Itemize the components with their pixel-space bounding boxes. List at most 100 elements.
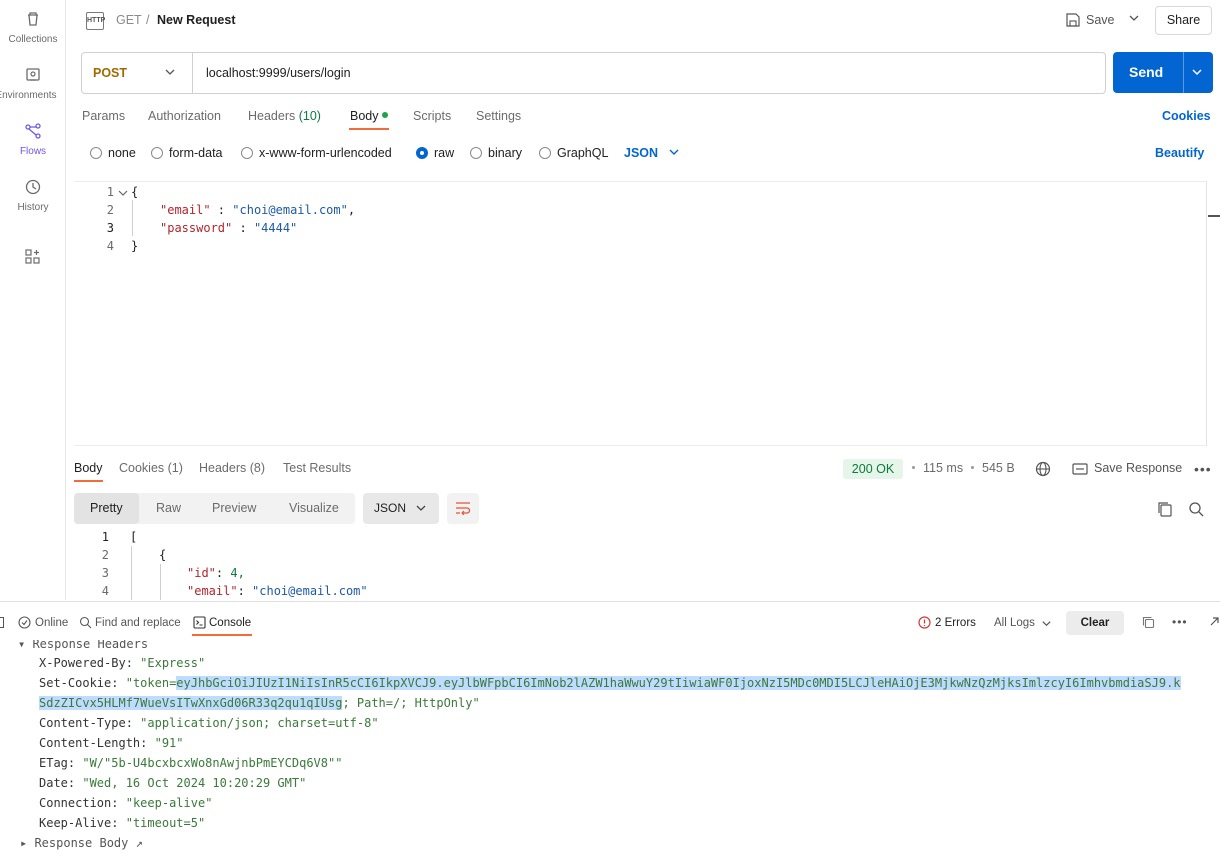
view-mode-pretty[interactable]: Pretty xyxy=(90,501,123,515)
chevron-down-icon xyxy=(164,66,176,81)
chevron-down-icon xyxy=(669,149,679,155)
online-status[interactable]: Online xyxy=(35,617,68,629)
search-icon[interactable] xyxy=(1188,501,1204,520)
sidebar-item-label: History xyxy=(17,202,49,213)
response-tab-headers[interactable]: Headers (8) xyxy=(199,461,265,475)
sidebar-item-flows[interactable]: Flows xyxy=(0,116,66,166)
radio-form-data[interactable]: form-data xyxy=(151,146,223,160)
response-tab-body[interactable]: Body xyxy=(74,461,103,475)
radio-circle xyxy=(539,147,551,159)
find-replace-button[interactable]: Find and replace xyxy=(95,617,181,629)
response-tab-underline xyxy=(74,480,103,482)
beautify-button[interactable]: Beautify xyxy=(1155,146,1204,160)
request-body-editor[interactable]: 1 2 3 4 { "email" : "choi@email.com", "p… xyxy=(74,181,1206,446)
globe-icon[interactable] xyxy=(1035,461,1051,480)
tab-body-underline xyxy=(349,128,389,130)
sidebar-toggle-icon[interactable] xyxy=(0,617,4,628)
active-dot-icon xyxy=(381,112,388,118)
chevron-down-icon[interactable] xyxy=(1128,12,1140,27)
response-tab-test-results[interactable]: Test Results xyxy=(283,461,351,475)
sidebar-item-history[interactable]: History xyxy=(0,172,66,222)
radio-binary[interactable]: binary xyxy=(470,146,522,160)
header-row: ETag: "W/"5b-U4bcxbcxWo8nAwjnbPmEYCDq6V8… xyxy=(39,756,342,770)
copy-icon[interactable] xyxy=(1157,501,1173,520)
code-brace: { xyxy=(131,185,139,199)
response-format-select[interactable]: JSON xyxy=(363,493,439,524)
code-line-password: "password" : "4444" xyxy=(160,221,298,235)
clear-console-button[interactable]: Clear xyxy=(1066,611,1124,635)
method-select[interactable]: POST xyxy=(82,53,193,93)
radio-x-www-form-urlencoded[interactable]: x-www-form-urlencoded xyxy=(241,146,392,160)
response-time[interactable]: 115 ms xyxy=(923,461,963,475)
page-title[interactable]: New Request xyxy=(157,13,236,27)
response-body-toggle[interactable]: ▸ Response Body ↗ xyxy=(20,836,143,850)
chevron-down-icon[interactable] xyxy=(1191,66,1203,81)
send-button[interactable]: Send xyxy=(1113,52,1213,93)
header-value: "Express" xyxy=(140,656,206,670)
json-value: 4, xyxy=(230,566,245,580)
more-options-icon[interactable]: ••• xyxy=(1194,461,1212,477)
format-select[interactable]: JSON xyxy=(624,146,680,160)
editor-scrollbar[interactable] xyxy=(1208,215,1220,217)
sidebar-item-environments[interactable]: Environments xyxy=(0,60,66,110)
line-number: 1 xyxy=(106,185,114,199)
response-tab-cookies[interactable]: Cookies (1) xyxy=(119,461,183,475)
sidebar-item-label: Flows xyxy=(19,146,47,157)
header-row: X-Powered-By: "Express" xyxy=(39,656,205,670)
response-body-viewer[interactable]: 1 2 3 4 [ { "id": 4, "email": "choi@emai… xyxy=(67,528,1220,600)
tab-headers[interactable]: Headers (10) xyxy=(248,109,321,123)
header-key: Content-Length: xyxy=(39,736,148,750)
line-number: 2 xyxy=(101,548,109,562)
url-input[interactable]: localhost:9999/users/login xyxy=(206,66,351,80)
console-tab-underline xyxy=(192,634,252,636)
status-badge[interactable]: 200 OK xyxy=(843,459,903,479)
save-button[interactable]: Save xyxy=(1064,10,1148,32)
view-mode-raw[interactable]: Raw xyxy=(156,501,181,515)
cookies-link[interactable]: Cookies xyxy=(1162,109,1211,123)
expand-icon[interactable] xyxy=(1208,616,1220,631)
errors-count[interactable]: 2 Errors xyxy=(935,617,976,629)
wrap-lines-icon xyxy=(455,501,471,518)
response-format-label: JSON xyxy=(374,501,407,515)
tab-params[interactable]: Params xyxy=(82,109,125,123)
response-size[interactable]: 545 B xyxy=(982,461,1015,475)
line-number: 4 xyxy=(101,584,109,598)
sidebar-item-collections[interactable]: Collections xyxy=(0,4,66,54)
indent-guide xyxy=(131,546,132,600)
json-key: "email" xyxy=(187,584,238,598)
console-tab[interactable]: Console xyxy=(209,617,251,629)
line-number: 1 xyxy=(101,530,109,544)
history-icon xyxy=(0,178,66,202)
header-key: Set-Cookie: xyxy=(39,676,119,690)
headers-count: (10) xyxy=(298,109,321,123)
http-badge-icon: HTTP xyxy=(86,12,105,30)
view-mode-visualize[interactable]: Visualize xyxy=(289,501,339,515)
tab-settings[interactable]: Settings xyxy=(476,109,521,123)
selected-token-text[interactable]: eyJhbGciOiJIUzI1NiIsInR5cCI6IkpXVCJ9.eyJ… xyxy=(176,676,1181,690)
flows-icon xyxy=(0,122,66,146)
radio-graphql[interactable]: GraphQL xyxy=(539,146,608,160)
share-button[interactable]: Share xyxy=(1155,6,1212,35)
logs-filter[interactable]: All Logs xyxy=(994,617,1035,629)
tab-scripts[interactable]: Scripts xyxy=(413,109,451,123)
more-options-icon[interactable]: ••• xyxy=(1172,615,1188,629)
sidebar: Collections Environments Flows History xyxy=(0,0,66,600)
wrap-lines-button[interactable] xyxy=(447,493,479,524)
sidebar-item-apps[interactable] xyxy=(0,242,66,292)
response-headers-toggle[interactable]: ▾ Response Headers xyxy=(18,640,148,651)
radio-raw[interactable]: raw xyxy=(416,146,454,160)
method-breadcrumb: GET xyxy=(116,13,142,27)
radio-none[interactable]: none xyxy=(90,146,136,160)
tab-authorization[interactable]: Authorization xyxy=(148,109,221,123)
selected-token-text[interactable]: SdzZICvx5HLMf7WueVsITwXnxGd06R33q2qu1qIU… xyxy=(39,696,343,710)
code-brace: } xyxy=(131,239,139,253)
header-value: "timeout=5" xyxy=(125,816,206,830)
chevron-down-icon[interactable] xyxy=(1041,618,1052,632)
tab-body[interactable]: Body xyxy=(350,109,388,123)
json-key: "password" xyxy=(160,221,233,235)
fold-chevron-icon[interactable] xyxy=(118,187,128,201)
view-mode-preview[interactable]: Preview xyxy=(212,501,256,515)
method-label: POST xyxy=(93,66,128,80)
save-response-button[interactable]: Save Response xyxy=(1094,461,1182,475)
copy-icon[interactable] xyxy=(1142,616,1155,632)
